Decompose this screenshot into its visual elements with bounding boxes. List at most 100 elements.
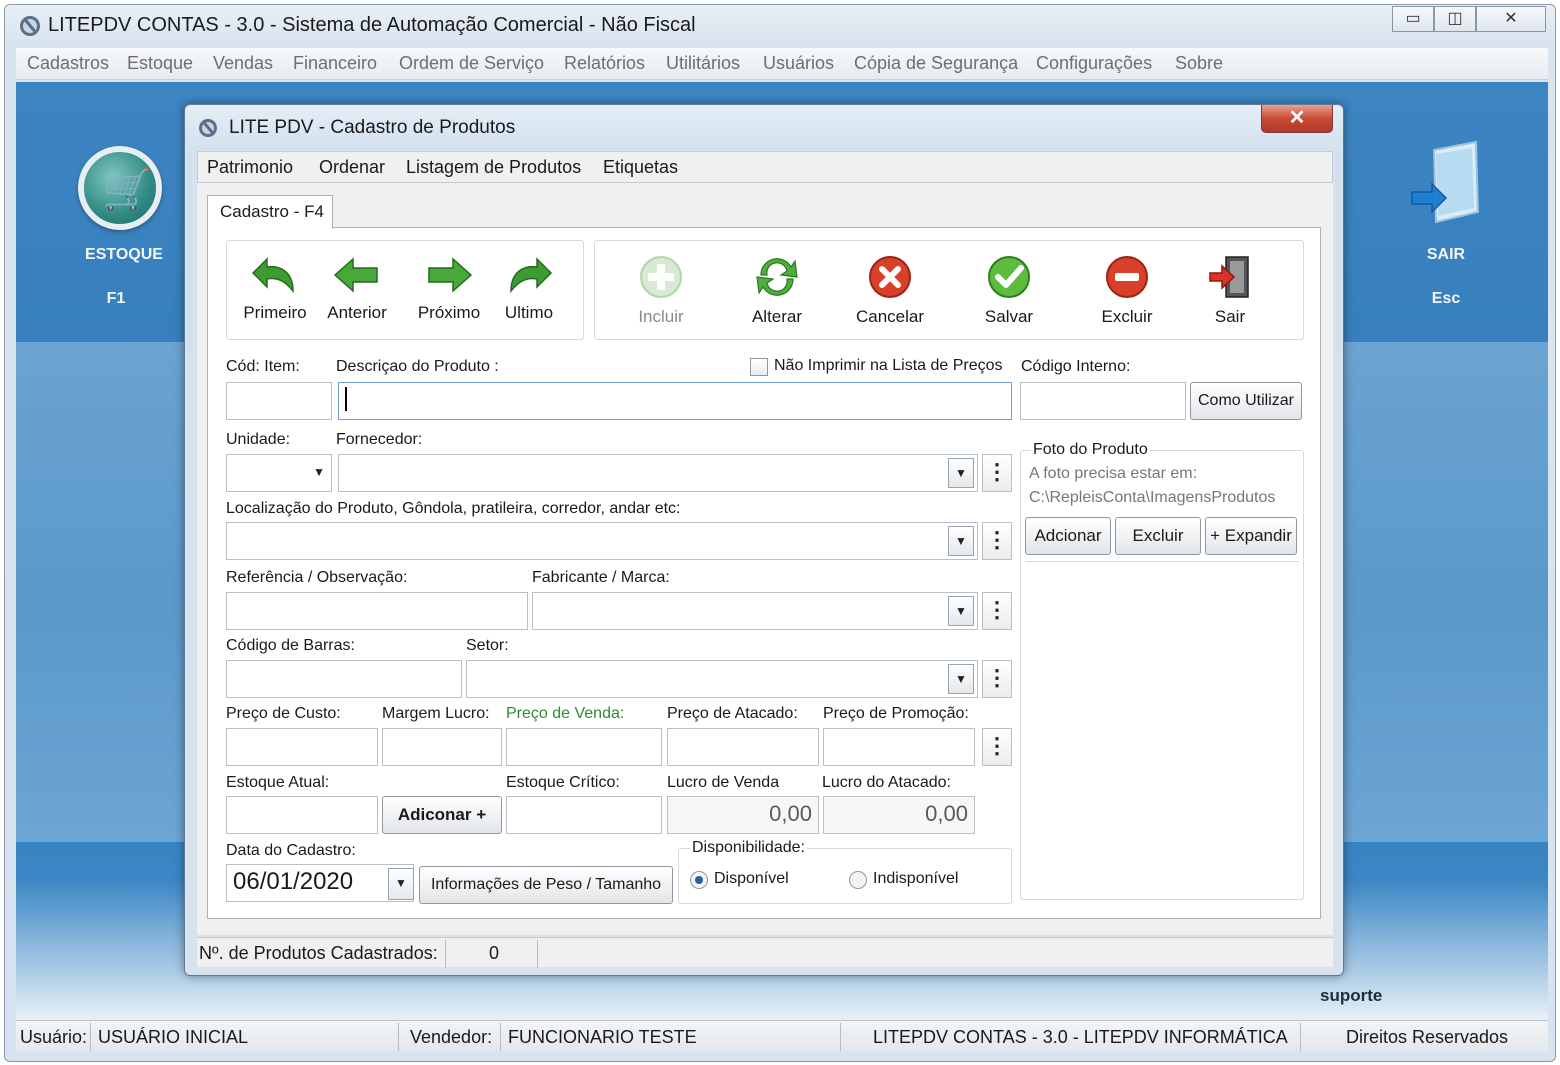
localizacao-dropdown-button[interactable]: ▼ (948, 526, 974, 556)
foto-title: Foto do Produto (1031, 441, 1150, 459)
adicionar-estoque-button[interactable]: Adiconar + (382, 796, 502, 834)
lucro-venda-label: Lucro de Venda (667, 774, 780, 791)
unidade-select[interactable]: ▼ (226, 454, 332, 492)
menu-vendas[interactable]: Vendas (213, 53, 273, 74)
user-value: USUÁRIO INICIAL (98, 1027, 249, 1047)
menu-copia-seguranca[interactable]: Cópia de Segurança (854, 53, 1018, 74)
informacoes-peso-button[interactable]: Informações de Peso / Tamanho (419, 866, 673, 904)
proximo-button[interactable]: Próximo (413, 253, 485, 323)
preco-custo-input[interactable] (226, 728, 378, 766)
fornecedor-dropdown-button[interactable]: ▼ (948, 458, 974, 488)
lucro-atacado-label: Lucro do Atacado: (822, 774, 951, 791)
status-separator (840, 1023, 841, 1051)
calendar-dropdown-button[interactable]: ▼ (388, 868, 414, 900)
estoque-critico-input[interactable] (506, 796, 662, 834)
status-separator (445, 940, 446, 968)
descricao-label: Descriçao do Produto : (336, 358, 499, 375)
setor-dropdown-button[interactable]: ▼ (948, 664, 974, 694)
preco-venda-input[interactable] (506, 728, 662, 766)
estoque-atual-input[interactable] (226, 796, 378, 834)
tab-cadastro[interactable]: Cadastro - F4 (207, 195, 333, 229)
codigo-barras-label: Código de Barras: (226, 637, 355, 654)
disponivel-radio[interactable] (690, 871, 708, 889)
menu-configuracoes[interactable]: Configurações (1036, 53, 1152, 74)
salvar-button[interactable]: Salvar (969, 253, 1049, 327)
salvar-label: Salvar (984, 307, 1034, 326)
menu-financeiro[interactable]: Financeiro (293, 53, 377, 74)
cancelar-button[interactable]: Cancelar (847, 253, 933, 327)
como-utilizar-button[interactable]: Como Utilizar (1190, 382, 1302, 420)
preco-promocao-input[interactable] (823, 728, 975, 766)
fabricante-more-button[interactable]: ⋮ (982, 592, 1012, 630)
preco-atacado-input[interactable] (667, 728, 819, 766)
status-separator (500, 1023, 501, 1051)
codigo-interno-label: Código Interno: (1021, 358, 1131, 375)
menu-estoque[interactable]: Estoque (127, 53, 193, 74)
primeiro-button[interactable]: Primeiro (239, 253, 311, 323)
setor-more-button[interactable]: ⋮ (982, 660, 1012, 698)
anterior-button[interactable]: Anterior (321, 253, 393, 323)
close-button[interactable]: ✕ (1476, 6, 1546, 32)
margem-lucro-input[interactable] (382, 728, 502, 766)
foto-hint: A foto precisa estar em: (1029, 465, 1198, 482)
incluir-label: Incluir (638, 307, 684, 326)
precos-more-button[interactable]: ⋮ (982, 728, 1012, 766)
localizacao-more-button[interactable]: ⋮ (982, 522, 1012, 560)
next-arrow-icon (428, 257, 473, 293)
fabricante-select[interactable] (532, 592, 978, 630)
cod-item-input[interactable] (226, 382, 332, 420)
setor-select[interactable] (466, 660, 978, 698)
estoque-label[interactable]: ESTOQUE (74, 246, 174, 264)
menu-etiquetas[interactable]: Etiquetas (603, 157, 678, 178)
alterar-button[interactable]: Alterar (737, 253, 817, 327)
foto-excluir-button[interactable]: Excluir (1115, 517, 1201, 555)
dialog-menubar: Patrimonio Ordenar Listagem de Produtos … (197, 151, 1333, 183)
excluir-button[interactable]: Excluir (1087, 253, 1167, 327)
sair-door-icon[interactable] (1406, 140, 1496, 230)
descricao-input[interactable] (338, 382, 1012, 420)
foto-expandir-button[interactable]: + Expandir (1205, 517, 1297, 555)
minimize-button[interactable]: ▭ (1392, 6, 1434, 32)
nao-imprimir-label: Não Imprimir na Lista de Preços (774, 357, 1003, 374)
dialog-close-button[interactable]: ✕ (1261, 105, 1333, 133)
sair-label[interactable]: SAIR (1396, 246, 1496, 264)
fornecedor-select[interactable] (338, 454, 978, 492)
indisponivel-radio[interactable] (849, 871, 867, 889)
sair-button[interactable]: Sair (1195, 253, 1265, 327)
preco-custo-label: Preço de Custo: (226, 705, 341, 722)
chevron-down-icon: ▼ (313, 465, 325, 479)
navigation-group: Primeiro Anterior Próximo Ultimo (226, 240, 584, 340)
cart-icon: 🛒 (102, 168, 152, 212)
data-cadastro-input[interactable]: 06/01/2020 (226, 864, 414, 902)
menu-ordem-servico[interactable]: Ordem de Serviço (399, 53, 544, 74)
menu-relatorios[interactable]: Relatórios (564, 53, 645, 74)
menu-ordenar[interactable]: Ordenar (319, 157, 385, 178)
preco-venda-label: Preço de Venda: (506, 705, 625, 722)
dialog-status-bar: Nº. de Produtos Cadastrados: 0 (197, 937, 1333, 968)
menu-patrimonio[interactable]: Patrimonio (207, 157, 293, 178)
codigo-interno-input[interactable] (1020, 382, 1186, 420)
menu-sobre[interactable]: Sobre (1175, 53, 1223, 74)
exit-door-icon (1209, 256, 1249, 298)
nao-imprimir-checkbox[interactable] (750, 358, 768, 376)
fornecedor-more-button[interactable]: ⋮ (982, 454, 1012, 492)
menu-utilitarios[interactable]: Utilitários (666, 53, 740, 74)
codigo-barras-input[interactable] (226, 660, 462, 698)
tab-panel: Primeiro Anterior Próximo Ultimo Incluir (207, 227, 1321, 919)
ultimo-button[interactable]: Ultimo (493, 253, 565, 323)
referencia-label: Referência / Observação: (226, 569, 408, 586)
foto-adicionar-button[interactable]: Adcionar (1025, 517, 1111, 555)
referencia-input[interactable] (226, 592, 528, 630)
menu-usuarios[interactable]: Usuários (763, 53, 834, 74)
estoque-cart-icon[interactable]: 🛒 (78, 146, 162, 230)
menu-listagem-produtos[interactable]: Listagem de Produtos (406, 157, 581, 178)
fabricante-dropdown-button[interactable]: ▼ (948, 596, 974, 626)
text-cursor (345, 387, 347, 411)
seller-value: FUNCIONARIO TESTE (508, 1027, 697, 1047)
incluir-button[interactable]: Incluir (621, 253, 701, 327)
menu-cadastros[interactable]: Cadastros (27, 53, 109, 74)
status-bar: Usuário: USUÁRIO INICIAL Vendedor: FUNCI… (16, 1020, 1548, 1052)
maximize-button[interactable]: ◫ (1434, 6, 1476, 32)
suporte-link[interactable]: suporte (1320, 986, 1382, 1006)
localizacao-select[interactable] (226, 522, 978, 560)
